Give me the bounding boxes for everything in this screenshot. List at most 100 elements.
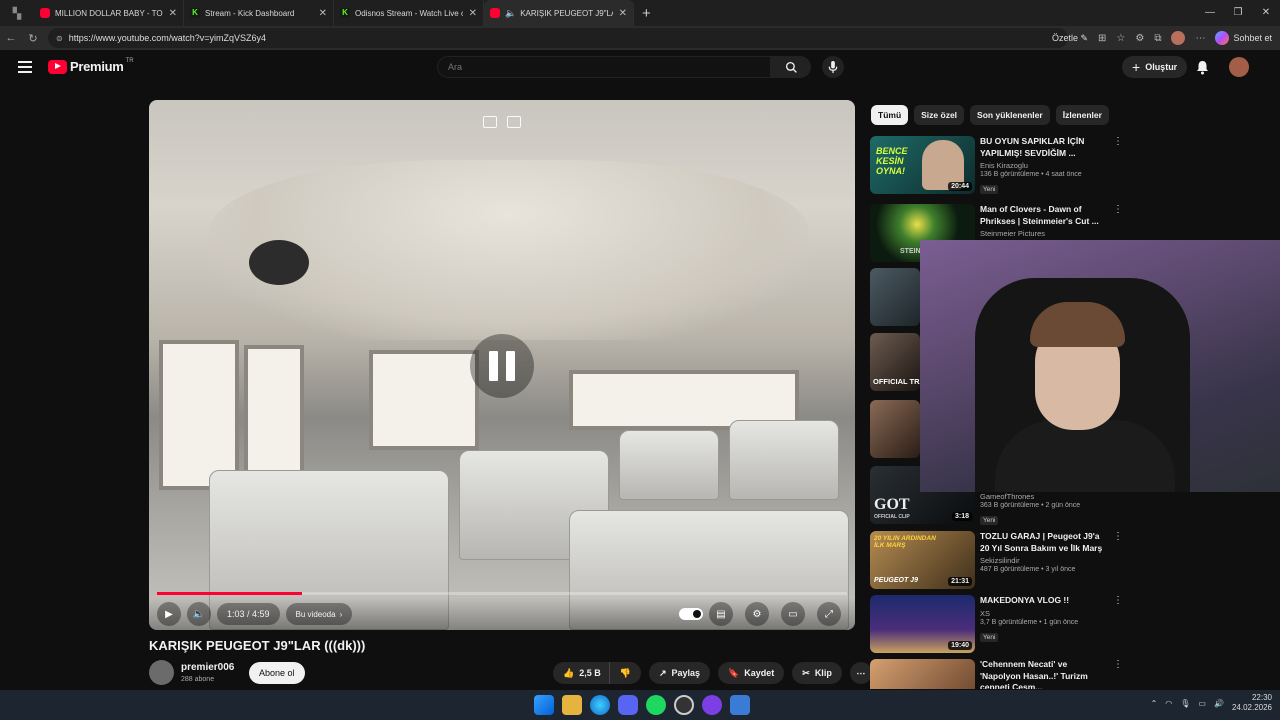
- browser-tab[interactable]: K Stream - Kick Dashboard ✕: [184, 0, 334, 26]
- search-input[interactable]: [448, 62, 770, 72]
- close-tab-icon[interactable]: ✕: [169, 8, 177, 19]
- theater-mode-icon[interactable]: ▭: [781, 602, 805, 626]
- new-badge: Yeni: [980, 632, 999, 642]
- file-explorer-icon[interactable]: [562, 695, 582, 715]
- collections-icon[interactable]: ⧉: [1154, 33, 1161, 44]
- video-player[interactable]: ▶ 🔈 1:03 / 4:59 Bu videoda › ▤ ⚙ ▭ ⤢: [149, 100, 855, 630]
- search-button[interactable]: [771, 56, 811, 78]
- share-button[interactable]: ↗ Paylaş: [648, 662, 711, 684]
- miniplayer-icon[interactable]: [483, 116, 497, 128]
- volume-tray-icon[interactable]: 🔊: [1214, 699, 1224, 708]
- thumbs-down-icon: 👎: [619, 667, 631, 678]
- copilot-icon: [1215, 31, 1230, 45]
- system-tray: ⌃ ◠ 🎙 ▭ 🔊 22:30 24.02.2026: [1151, 693, 1272, 713]
- recommendation-title: BU OYUN SAPIKLAR İÇİN YAPILMIŞ! SEVDİĞİM…: [980, 136, 1085, 158]
- recommendation-item[interactable]: 19:40 MAKEDONYA VLOG !! XS 3,7 B görüntü…: [870, 595, 1130, 655]
- account-avatar[interactable]: [1229, 57, 1249, 77]
- discord-icon[interactable]: [618, 695, 638, 715]
- close-tab-icon[interactable]: ✕: [319, 8, 327, 19]
- app-window-icon[interactable]: [730, 695, 750, 715]
- summarize-button[interactable]: Özetle ✎: [1052, 33, 1088, 44]
- clip-button[interactable]: ✂ Klip: [792, 662, 842, 684]
- chapters-button[interactable]: Bu videoda ›: [285, 603, 353, 625]
- settings-gear-icon[interactable]: ⚙: [745, 602, 769, 626]
- obs-icon[interactable]: [674, 695, 694, 715]
- recommendation-item[interactable]: BENCE KESİN OYNA! 20:44 BU OYUN SAPIKLAR…: [870, 136, 1130, 196]
- fullscreen-icon[interactable]: ⤢: [817, 602, 841, 626]
- more-actions-icon[interactable]: ⋯: [849, 662, 872, 684]
- extensions-icon[interactable]: ⚙: [1135, 33, 1144, 44]
- bookmark-icon: 🔖: [728, 667, 740, 678]
- chip-for-you[interactable]: Size özel: [914, 105, 965, 125]
- pause-overlay-icon[interactable]: [470, 334, 534, 398]
- recommendation-item[interactable]: 20 YILIN ARDINDAN İLK MARŞ PEUGEOT J9 21…: [870, 531, 1130, 591]
- chip-all[interactable]: Tümü: [871, 105, 909, 125]
- subscribe-button[interactable]: Abone ol: [249, 662, 305, 684]
- youtube-premium-logo[interactable]: Premium TR: [48, 58, 134, 74]
- favorite-star-icon[interactable]: ☆: [1116, 33, 1125, 44]
- more-options-icon[interactable]: ⋮: [1113, 595, 1123, 606]
- split-screen-icon[interactable]: ⊞: [1098, 33, 1106, 44]
- url-field[interactable]: ⊜ https://www.youtube.com/watch?v=yimZqV…: [48, 28, 1068, 48]
- chip-watched[interactable]: İzlenenler: [1055, 105, 1109, 125]
- play-button[interactable]: ▶: [157, 602, 181, 626]
- recommendation-stats: 487 B görüntüleme • 3 yıl önce: [980, 566, 1076, 573]
- more-options-icon[interactable]: ⋮: [1113, 659, 1123, 670]
- profile-avatar[interactable]: [1171, 31, 1186, 45]
- mic-tray-icon[interactable]: 🎙: [1180, 699, 1190, 708]
- more-options-icon[interactable]: ⋮: [1113, 531, 1123, 542]
- window-controls: — ❐ ✕: [1196, 0, 1280, 26]
- voice-search-button[interactable]: [822, 56, 844, 78]
- save-button[interactable]: 🔖 Kaydet: [718, 662, 785, 684]
- close-tab-icon[interactable]: ✕: [619, 8, 627, 19]
- channel-avatar[interactable]: [149, 660, 174, 685]
- recommendation-title: 'Cehennem Necati' ve 'Napolyon Hasan..!'…: [980, 659, 1088, 689]
- video-frame-window: [369, 350, 479, 450]
- more-options-icon[interactable]: ⋮: [1113, 136, 1123, 147]
- progress-bar[interactable]: [157, 592, 847, 595]
- chip-recent[interactable]: Son yüklenenler: [970, 105, 1050, 125]
- youtube-favicon-icon: [490, 8, 500, 18]
- kick-favicon-icon: K: [190, 8, 200, 18]
- minimize-icon[interactable]: —: [1196, 0, 1224, 26]
- copilot-chat-button[interactable]: Sohbet et: [1215, 31, 1272, 45]
- app-icon[interactable]: [702, 695, 722, 715]
- channel-name[interactable]: premier006: [181, 662, 234, 673]
- start-menu-icon[interactable]: [534, 695, 554, 715]
- speaker-icon[interactable]: 🔈: [505, 8, 516, 19]
- volume-icon[interactable]: 🔈: [187, 602, 211, 626]
- more-menu-icon[interactable]: ⋯: [1195, 33, 1205, 44]
- create-button[interactable]: + Oluştur: [1122, 56, 1188, 78]
- refresh-icon[interactable]: ↻: [22, 32, 44, 45]
- browser-tab[interactable]: MILLION DOLLAR BABY - TOMMY ✕: [34, 0, 184, 26]
- subtitles-icon[interactable]: ▤: [709, 602, 733, 626]
- close-tab-icon[interactable]: ✕: [469, 8, 477, 19]
- browser-tab[interactable]: K Odisnos Stream - Watch Live on K ✕: [334, 0, 484, 26]
- menu-icon[interactable]: [18, 61, 32, 73]
- like-button[interactable]: 👍 2,5 B: [553, 662, 609, 684]
- autoplay-toggle[interactable]: [679, 608, 703, 620]
- workspaces-icon[interactable]: ▚: [0, 0, 34, 26]
- spotify-icon[interactable]: [646, 695, 666, 715]
- browser-tab-active[interactable]: 🔈 KARIŞIK PEUGEOT J9"LAR (((d ✕: [484, 0, 634, 26]
- site-info-icon[interactable]: ⊜: [56, 34, 63, 43]
- maximize-icon[interactable]: ❐: [1224, 0, 1252, 26]
- save-to-playlist-icon[interactable]: [507, 116, 521, 128]
- player-controls: ▶ 🔈 1:03 / 4:59 Bu videoda › ▤ ⚙ ▭ ⤢: [149, 598, 855, 630]
- dislike-button[interactable]: 👎: [608, 662, 641, 684]
- new-tab-button[interactable]: +: [642, 5, 651, 22]
- notifications-bell-icon[interactable]: [1196, 60, 1209, 80]
- clock[interactable]: 22:30 24.02.2026: [1232, 693, 1272, 713]
- wifi-icon[interactable]: ◠: [1165, 699, 1172, 708]
- close-window-icon[interactable]: ✕: [1252, 0, 1280, 26]
- video-frame-seat: [729, 420, 839, 500]
- chevron-up-icon[interactable]: ⌃: [1151, 699, 1158, 708]
- progress-bar-fill: [157, 592, 302, 595]
- chevron-right-icon: ›: [339, 609, 343, 619]
- back-icon[interactable]: ←: [0, 32, 22, 44]
- display-icon[interactable]: ▭: [1198, 699, 1206, 708]
- video-thumbnail: 20 YILIN ARDINDAN İLK MARŞ PEUGEOT J9 21…: [870, 531, 975, 589]
- recommendation-item[interactable]: 'Cehennem Necati' ve 'Napolyon Hasan..!'…: [870, 659, 1130, 689]
- more-options-icon[interactable]: ⋮: [1113, 204, 1123, 215]
- edge-browser-icon[interactable]: [590, 695, 610, 715]
